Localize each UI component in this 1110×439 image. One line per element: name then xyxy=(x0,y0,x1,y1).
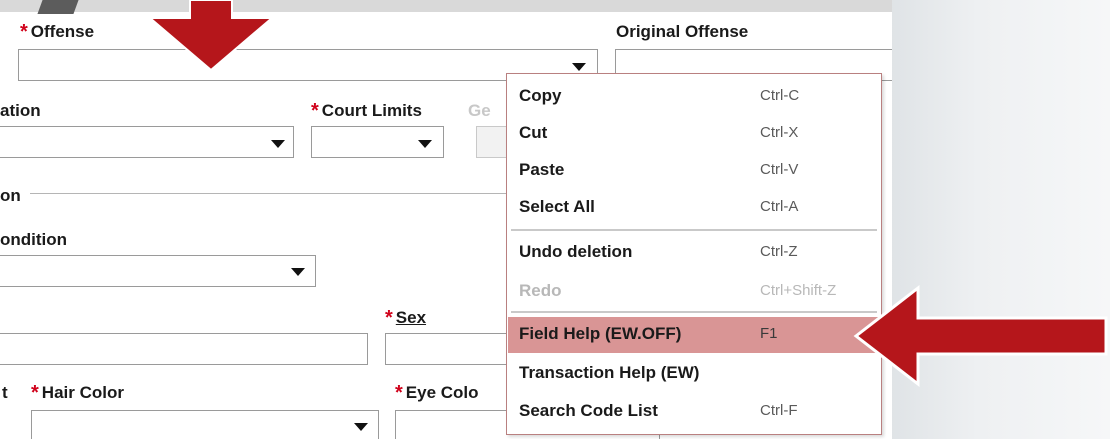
context-menu: Copy Ctrl-C Cut Ctrl-X Paste Ctrl-V Sele… xyxy=(506,73,882,435)
menu-item-paste[interactable]: Paste Ctrl-V xyxy=(508,154,880,188)
sex-field[interactable] xyxy=(385,333,515,365)
court-limits-combobox[interactable] xyxy=(311,126,444,158)
text-field[interactable] xyxy=(0,333,368,365)
required-asterisk-icon: * xyxy=(395,382,403,404)
required-asterisk-icon: * xyxy=(20,21,28,43)
menu-separator xyxy=(511,229,877,231)
location-combobox[interactable] xyxy=(0,126,294,158)
chevron-down-icon[interactable] xyxy=(572,63,586,71)
down-arrow-annotation-icon xyxy=(150,0,275,72)
menu-item-field-help[interactable]: Field Help (EW.OFF) F1 xyxy=(508,317,880,353)
left-arrow-annotation-icon xyxy=(853,284,1108,388)
menu-item-search-code-list[interactable]: Search Code List Ctrl-F xyxy=(508,395,880,429)
menu-item-copy[interactable]: Copy Ctrl-C xyxy=(508,80,880,114)
required-asterisk-icon: * xyxy=(311,100,319,122)
chevron-down-icon[interactable] xyxy=(271,140,285,148)
menu-separator xyxy=(511,311,877,313)
offense-label: * Offense xyxy=(20,21,95,43)
required-asterisk-icon: * xyxy=(385,307,393,329)
tab-fragment xyxy=(37,0,79,14)
chevron-down-icon[interactable] xyxy=(354,423,368,431)
sex-label: * Sex xyxy=(385,307,427,329)
menu-item-cut[interactable]: Cut Ctrl-X xyxy=(508,117,880,151)
menu-item-redo: Redo Ctrl+Shift-Z xyxy=(519,281,837,300)
menu-item-select-all[interactable]: Select All Ctrl-A xyxy=(508,191,880,225)
section-divider xyxy=(30,193,510,194)
hair-color-label: * Hair Color xyxy=(31,382,124,404)
eye-color-label: * Eye Colo xyxy=(395,382,479,404)
gender-label-partial: Ge xyxy=(468,101,491,120)
court-limits-label: * Court Limits xyxy=(311,100,422,122)
chevron-down-icon[interactable] xyxy=(291,268,305,276)
menu-item-undo-deletion[interactable]: Undo deletion Ctrl-Z xyxy=(508,236,880,270)
location-label: ation xyxy=(0,101,41,120)
menu-item-transaction-help[interactable]: Transaction Help (EW) xyxy=(508,357,880,391)
original-offense-label: Original Offense xyxy=(616,22,749,41)
condition-combobox[interactable] xyxy=(0,255,316,287)
hair-color-prefix: t xyxy=(2,383,8,402)
hair-color-combobox[interactable] xyxy=(31,410,379,439)
required-asterisk-icon: * xyxy=(31,382,39,404)
condition-label: ondition xyxy=(0,230,68,249)
section-label: on xyxy=(0,186,21,205)
chevron-down-icon[interactable] xyxy=(418,140,432,148)
top-strip xyxy=(0,0,892,12)
